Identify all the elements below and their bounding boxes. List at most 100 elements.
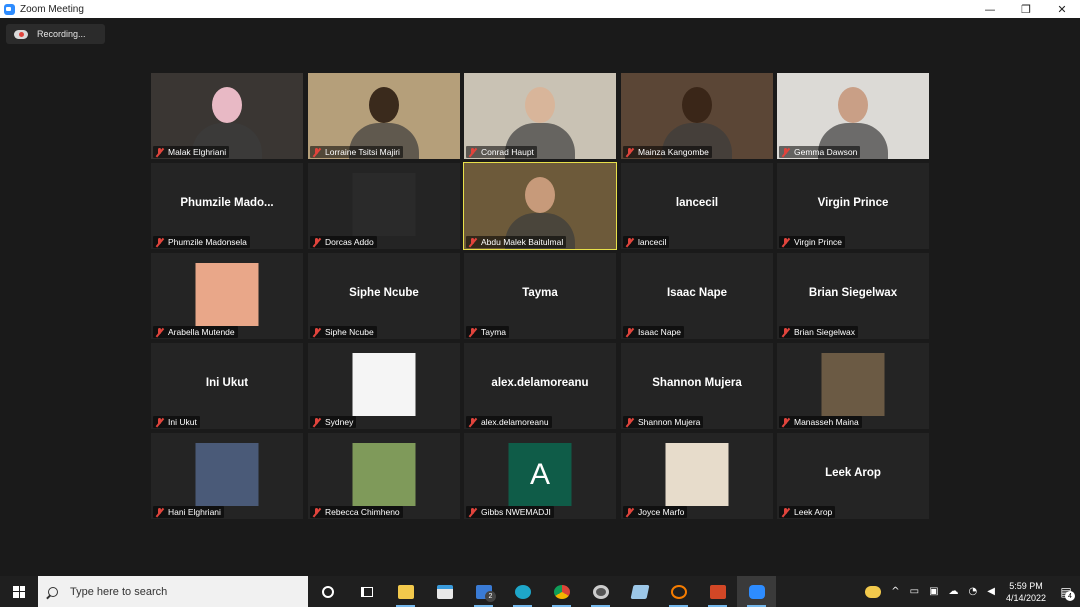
participant-tile[interactable]: Abdu Malek Baitulmal bbox=[463, 162, 617, 250]
restore-button[interactable]: ❐ bbox=[1008, 0, 1044, 18]
participant-tile[interactable]: Gemma Dawson bbox=[777, 73, 929, 159]
participant-name: alex.delamoreanu bbox=[481, 417, 549, 427]
participant-tile[interactable]: Joyce Marfo bbox=[621, 433, 773, 519]
participant-name: Lorraine Tsitsi Majiri bbox=[325, 147, 400, 157]
participant-name-label: Joyce Marfo bbox=[623, 506, 688, 518]
meeting-stage: Recording... Malak Elghriani Lorraine Tsi… bbox=[0, 18, 1080, 576]
muted-mic-icon bbox=[155, 417, 164, 427]
taskbar-clock[interactable]: 5:59 PM 4/14/2022 bbox=[1006, 580, 1046, 604]
participant-name: Phumzile Madonsela bbox=[168, 237, 247, 247]
participant-tile[interactable]: alex.delamoreanu alex.delamoreanu bbox=[464, 343, 616, 429]
participant-tile[interactable]: Tayma Tayma bbox=[464, 253, 616, 339]
participant-name: Sydney bbox=[325, 417, 354, 427]
participant-tile[interactable]: lancecil lancecil bbox=[621, 163, 773, 249]
participant-name: Shannon Mujera bbox=[638, 417, 701, 427]
clock-time: 5:59 PM bbox=[1009, 580, 1043, 591]
cortana-button[interactable] bbox=[308, 576, 347, 607]
muted-mic-icon bbox=[781, 237, 790, 247]
recording-indicator[interactable]: Recording... bbox=[6, 24, 105, 44]
muted-mic-icon bbox=[312, 147, 321, 157]
participant-name-label: lancecil bbox=[623, 236, 670, 248]
participant-tile[interactable]: Shannon Mujera Shannon Mujera bbox=[621, 343, 773, 429]
participant-photo bbox=[195, 263, 259, 326]
participant-tile[interactable]: Arabella Mutende bbox=[151, 253, 303, 339]
xampp-button[interactable] bbox=[659, 576, 698, 607]
participant-name-label: Arabella Mutende bbox=[153, 326, 238, 338]
participant-tile[interactable]: Siphe Ncube Siphe Ncube bbox=[308, 253, 460, 339]
store-button[interactable] bbox=[425, 576, 464, 607]
participant-tile[interactable]: Mainza Kangombe bbox=[621, 73, 773, 159]
media-app-button[interactable] bbox=[581, 576, 620, 607]
muted-mic-icon bbox=[625, 507, 634, 517]
zoom-taskbar-button[interactable] bbox=[737, 576, 776, 607]
taskbar-search-box[interactable]: Type here to search bbox=[38, 576, 308, 607]
participant-tile[interactable]: Phumzile Mado... Phumzile Madonsela bbox=[151, 163, 303, 249]
participant-silhouette bbox=[369, 87, 399, 123]
participant-name: Joyce Marfo bbox=[638, 507, 685, 517]
participant-tile[interactable]: Virgin Prince Virgin Prince bbox=[777, 163, 929, 249]
muted-mic-icon bbox=[312, 327, 321, 337]
close-button[interactable]: ✕ bbox=[1044, 0, 1080, 18]
weather-icon[interactable] bbox=[865, 585, 882, 598]
muted-mic-icon bbox=[155, 327, 164, 337]
device-icon[interactable]: ▣ bbox=[929, 586, 938, 597]
notification-center-button[interactable]: ▤ 4 bbox=[1052, 576, 1080, 607]
powerpoint-button[interactable] bbox=[698, 576, 737, 607]
participant-name-label: Sydney bbox=[310, 416, 357, 428]
participant-name: Abdu Malek Baitulmal bbox=[481, 237, 564, 247]
notes-app-button[interactable] bbox=[620, 576, 659, 607]
cloud-icon[interactable]: ☁ bbox=[949, 586, 959, 597]
participant-display-name: Leek Arop bbox=[825, 467, 881, 479]
zoom-app-icon bbox=[4, 3, 15, 15]
window-titlebar: Zoom Meeting — ❐ ✕ bbox=[0, 0, 1080, 18]
muted-mic-icon bbox=[625, 327, 634, 337]
wifi-icon[interactable]: ◔ bbox=[969, 586, 978, 597]
cortana-icon bbox=[321, 585, 334, 598]
participant-tile[interactable]: A Gibbs NWEMADJI bbox=[464, 433, 616, 519]
participant-tile[interactable]: Sydney bbox=[308, 343, 460, 429]
participant-tile[interactable]: Manasseh Maina bbox=[777, 343, 929, 429]
participant-tile[interactable]: Hani Elghriani bbox=[151, 433, 303, 519]
participant-tile[interactable]: Leek Arop Leek Arop bbox=[777, 433, 929, 519]
participant-tile[interactable]: Dorcas Addo bbox=[308, 163, 460, 249]
start-button[interactable] bbox=[0, 576, 38, 607]
mail-button[interactable]: 2 bbox=[464, 576, 503, 607]
muted-mic-icon bbox=[625, 237, 634, 247]
chrome-button[interactable] bbox=[542, 576, 581, 607]
battery-icon[interactable]: ▭ bbox=[910, 586, 919, 597]
participant-display-name: Virgin Prince bbox=[817, 197, 889, 209]
participant-name: Dorcas Addo bbox=[325, 237, 374, 247]
participant-name: Conrad Haupt bbox=[481, 147, 534, 157]
volume-icon[interactable]: ◀ bbox=[987, 586, 995, 597]
participant-tile[interactable]: Isaac Nape Isaac Nape bbox=[621, 253, 773, 339]
recording-icon bbox=[14, 29, 28, 39]
system-tray: ^ ▭ ▣ ☁ ◔ ◀ 5:59 PM 4/14/2022 ▤ 4 bbox=[860, 576, 1080, 607]
participant-name-label: Ini Ukut bbox=[153, 416, 200, 428]
muted-mic-icon bbox=[312, 417, 321, 427]
participant-name-label: Conrad Haupt bbox=[466, 146, 537, 158]
edge-icon bbox=[514, 584, 531, 599]
participant-tile[interactable]: Malak Elghriani bbox=[151, 73, 303, 159]
participant-tile[interactable]: Conrad Haupt bbox=[464, 73, 616, 159]
muted-mic-icon bbox=[155, 507, 164, 517]
search-placeholder: Type here to search bbox=[70, 585, 168, 598]
windows-taskbar: Type here to search 2 ^ ▭ ▣ ☁ ◔ ◀ 5:59 P… bbox=[0, 576, 1080, 607]
participant-display-name: alex.delamoreanu bbox=[491, 377, 589, 389]
participant-tile[interactable]: Rebecca Chimheno bbox=[308, 433, 460, 519]
task-view-button[interactable] bbox=[347, 576, 386, 607]
minimize-button[interactable]: — bbox=[972, 0, 1008, 18]
chevron-up-icon[interactable]: ^ bbox=[891, 586, 899, 597]
participant-tile[interactable]: Brian Siegelwax Brian Siegelwax bbox=[777, 253, 929, 339]
participant-photo bbox=[195, 443, 259, 506]
file-explorer-button[interactable] bbox=[386, 576, 425, 607]
edge-button[interactable] bbox=[503, 576, 542, 607]
participant-photo bbox=[352, 443, 416, 506]
participant-name: Siphe Ncube bbox=[325, 327, 374, 337]
participant-tile[interactable]: Ini Ukut Ini Ukut bbox=[151, 343, 303, 429]
task-view-icon bbox=[360, 586, 373, 597]
participant-name: Leek Arop bbox=[794, 507, 833, 517]
participant-tile[interactable]: Lorraine Tsitsi Majiri bbox=[308, 73, 460, 159]
zoom-icon bbox=[748, 584, 765, 599]
muted-mic-icon bbox=[625, 147, 634, 157]
participant-photo bbox=[665, 443, 729, 506]
